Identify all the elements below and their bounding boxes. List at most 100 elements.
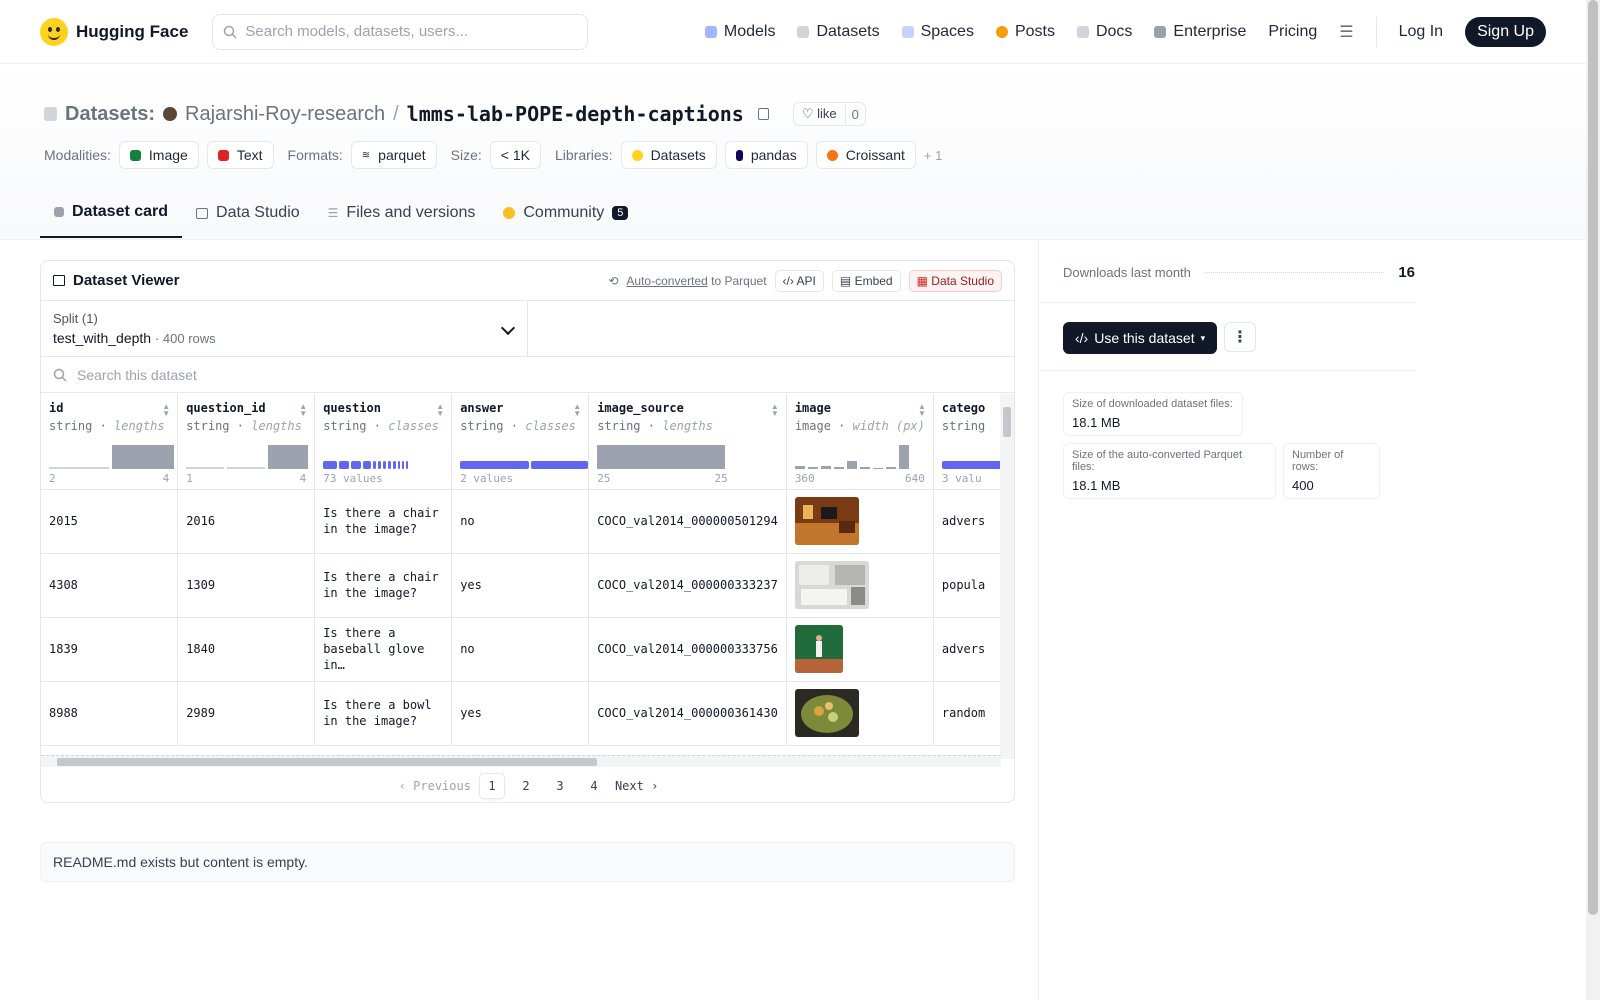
auto-converted-link[interactable]: Auto-converted to Parquet — [626, 274, 766, 288]
more-libraries[interactable]: + 1 — [924, 148, 942, 163]
table-row[interactable]: 8988 2989 Is there a bowl in the image? … — [41, 681, 1001, 746]
tab-files[interactable]: ☰ Files and versions — [314, 191, 490, 238]
sort-icon[interactable]: ▲ ▼ — [918, 403, 926, 418]
sort-icon[interactable]: ▲ ▼ — [771, 403, 779, 418]
split-selector[interactable]: Split (1) test_with_depth · 400 rows — [41, 301, 528, 356]
sort-icon[interactable]: ▲ ▼ — [299, 403, 307, 418]
login-link[interactable]: Log In — [1399, 23, 1443, 41]
tab-data-studio[interactable]: Data Studio — [182, 191, 314, 238]
cell-question[interactable]: Is there a chair in the image? — [314, 553, 453, 618]
cell-question-id[interactable]: 2989 — [177, 681, 316, 746]
formats-key: Formats: — [287, 147, 343, 163]
column-header-category[interactable]: catego string 3 valu — [933, 394, 1001, 490]
cell-question-id[interactable]: 1309 — [177, 553, 316, 618]
previous-label: Previous — [413, 779, 471, 793]
nav-posts[interactable]: Posts — [995, 23, 1055, 41]
data-studio-button[interactable]: ▦ Data Studio — [908, 269, 1002, 292]
nav-models[interactable]: Models — [704, 23, 775, 41]
data-table-container[interactable]: id string · lengths ▲ ▼ 24 question_id st… — [41, 394, 1001, 759]
download-size-stat: Size of downloaded dataset files: 18.1 M… — [1063, 392, 1243, 436]
cell-question-id[interactable]: 1840 — [177, 617, 316, 682]
api-button[interactable]: ‹/› API — [774, 269, 824, 292]
format-parquet-chip[interactable]: ≋ parquet — [350, 141, 437, 169]
cell-id[interactable]: 4308 — [41, 553, 179, 618]
embed-button[interactable]: ▤ Embed — [831, 269, 901, 292]
cell-answer[interactable]: no — [451, 617, 590, 682]
column-header-question-id[interactable]: question_id string · lengths ▲ ▼ 14 — [177, 394, 316, 490]
cell-question[interactable]: Is there a chair in the image? — [314, 489, 453, 554]
nav-docs[interactable]: Docs — [1076, 23, 1132, 41]
cell-id[interactable]: 2015 — [41, 489, 179, 554]
next-page-button[interactable]: Next › — [615, 779, 658, 793]
table-row[interactable]: 4308 1309 Is there a chair in the image?… — [41, 553, 1001, 618]
page-3-button[interactable]: 3 — [547, 773, 573, 799]
cell-category[interactable]: advers — [933, 617, 1001, 682]
cell-image[interactable] — [786, 489, 934, 554]
sort-icon[interactable]: ▲ ▼ — [436, 403, 444, 418]
cell-image-source[interactable]: COCO_val2014_000000333237 — [588, 553, 787, 618]
global-search-input[interactable]: Search models, datasets, users... — [212, 13, 589, 50]
use-dataset-button[interactable]: ‹/› Use this dataset ▾ — [1063, 322, 1218, 354]
brand-link[interactable]: Hugging Face — [40, 17, 188, 46]
image-thumbnail[interactable] — [794, 625, 843, 673]
size-chip[interactable]: < 1K — [489, 141, 541, 169]
library-datasets-chip[interactable]: Datasets — [620, 141, 717, 169]
sort-icon[interactable]: ▲ ▼ — [573, 403, 581, 418]
models-icon — [704, 25, 717, 38]
dataset-name[interactable]: lmms-lab-POPE-depth-captions — [407, 102, 744, 126]
modality-image-chip[interactable]: Image — [118, 141, 199, 169]
like-button[interactable]: ♡ like 0 — [792, 102, 866, 126]
cell-category[interactable]: advers — [933, 489, 1001, 554]
tab-community[interactable]: Community 5 — [489, 191, 642, 238]
page-1-button[interactable]: 1 — [478, 773, 505, 799]
column-header-answer[interactable]: answer string · classes ▲ ▼ 2 values — [451, 394, 590, 490]
cell-answer[interactable]: no — [451, 489, 590, 554]
cell-category[interactable]: random — [933, 681, 1001, 746]
page-2-button[interactable]: 2 — [513, 773, 539, 799]
table-row[interactable]: 2015 2016 Is there a chair in the image?… — [41, 489, 1001, 554]
modality-text-chip[interactable]: Text — [206, 141, 274, 169]
more-menu-icon[interactable]: ☰ — [1339, 22, 1353, 42]
column-header-question[interactable]: question string · classes ▲ ▼ 73 values — [314, 394, 453, 490]
column-header-id[interactable]: id string · lengths ▲ ▼ 24 — [41, 394, 179, 490]
more-options-button[interactable]: ⋮ — [1224, 322, 1256, 352]
cell-image[interactable] — [786, 553, 934, 618]
table-vertical-scrollbar[interactable] — [1000, 394, 1014, 759]
column-header-image-source[interactable]: image_source string · lengths ▲ ▼ 25 25 — [588, 394, 787, 490]
cell-image-source[interactable]: COCO_val2014_000000361430 — [588, 681, 787, 746]
dataset-search-input[interactable]: Search this dataset — [41, 357, 1014, 393]
cell-category[interactable]: popula — [933, 553, 1001, 618]
cell-id[interactable]: 1839 — [41, 617, 179, 682]
column-header-image[interactable]: image image · width (px) ▲ ▼ 360 640 — [786, 394, 934, 490]
cell-question[interactable]: Is there a bowl in the image? — [314, 681, 453, 746]
nav-datasets[interactable]: Datasets — [797, 23, 880, 41]
previous-page-button[interactable]: ‹ Previous — [399, 779, 471, 793]
image-thumbnail[interactable] — [794, 497, 859, 545]
cell-image-source[interactable]: COCO_val2014_000000501294 — [588, 489, 787, 554]
owner-link[interactable]: Rajarshi-Roy-research — [185, 103, 385, 126]
cell-answer[interactable]: yes — [451, 553, 590, 618]
copy-icon[interactable] — [757, 108, 769, 120]
tab-community-label: Community — [523, 204, 605, 221]
sort-icon[interactable]: ▲ ▼ — [162, 403, 170, 418]
cell-id[interactable]: 8988 — [41, 681, 179, 746]
library-croissant-chip[interactable]: Croissant — [815, 141, 916, 169]
image-thumbnail[interactable] — [794, 689, 859, 737]
cell-image[interactable] — [786, 681, 934, 746]
cell-answer[interactable]: yes — [451, 681, 590, 746]
nav-pricing[interactable]: Pricing — [1268, 23, 1317, 41]
page-4-button[interactable]: 4 — [581, 773, 607, 799]
nav-enterprise[interactable]: Enterprise — [1154, 23, 1246, 41]
page-scrollbar[interactable] — [1586, 0, 1600, 1000]
table-horizontal-scrollbar[interactable] — [41, 755, 1001, 767]
cell-image-source[interactable]: COCO_val2014_000000333756 — [588, 617, 787, 682]
signup-button[interactable]: Sign Up — [1465, 16, 1546, 47]
tab-dataset-card[interactable]: Dataset card — [40, 191, 183, 238]
library-pandas-chip[interactable]: pandas — [724, 141, 808, 169]
image-thumbnail[interactable] — [794, 561, 869, 609]
cell-question[interactable]: Is there a baseball glove in… — [314, 617, 453, 682]
cell-image[interactable] — [786, 617, 934, 682]
nav-spaces[interactable]: Spaces — [901, 23, 974, 41]
cell-question-id[interactable]: 2016 — [177, 489, 316, 554]
table-row[interactable]: 1839 1840 Is there a baseball glove in… … — [41, 617, 1001, 682]
